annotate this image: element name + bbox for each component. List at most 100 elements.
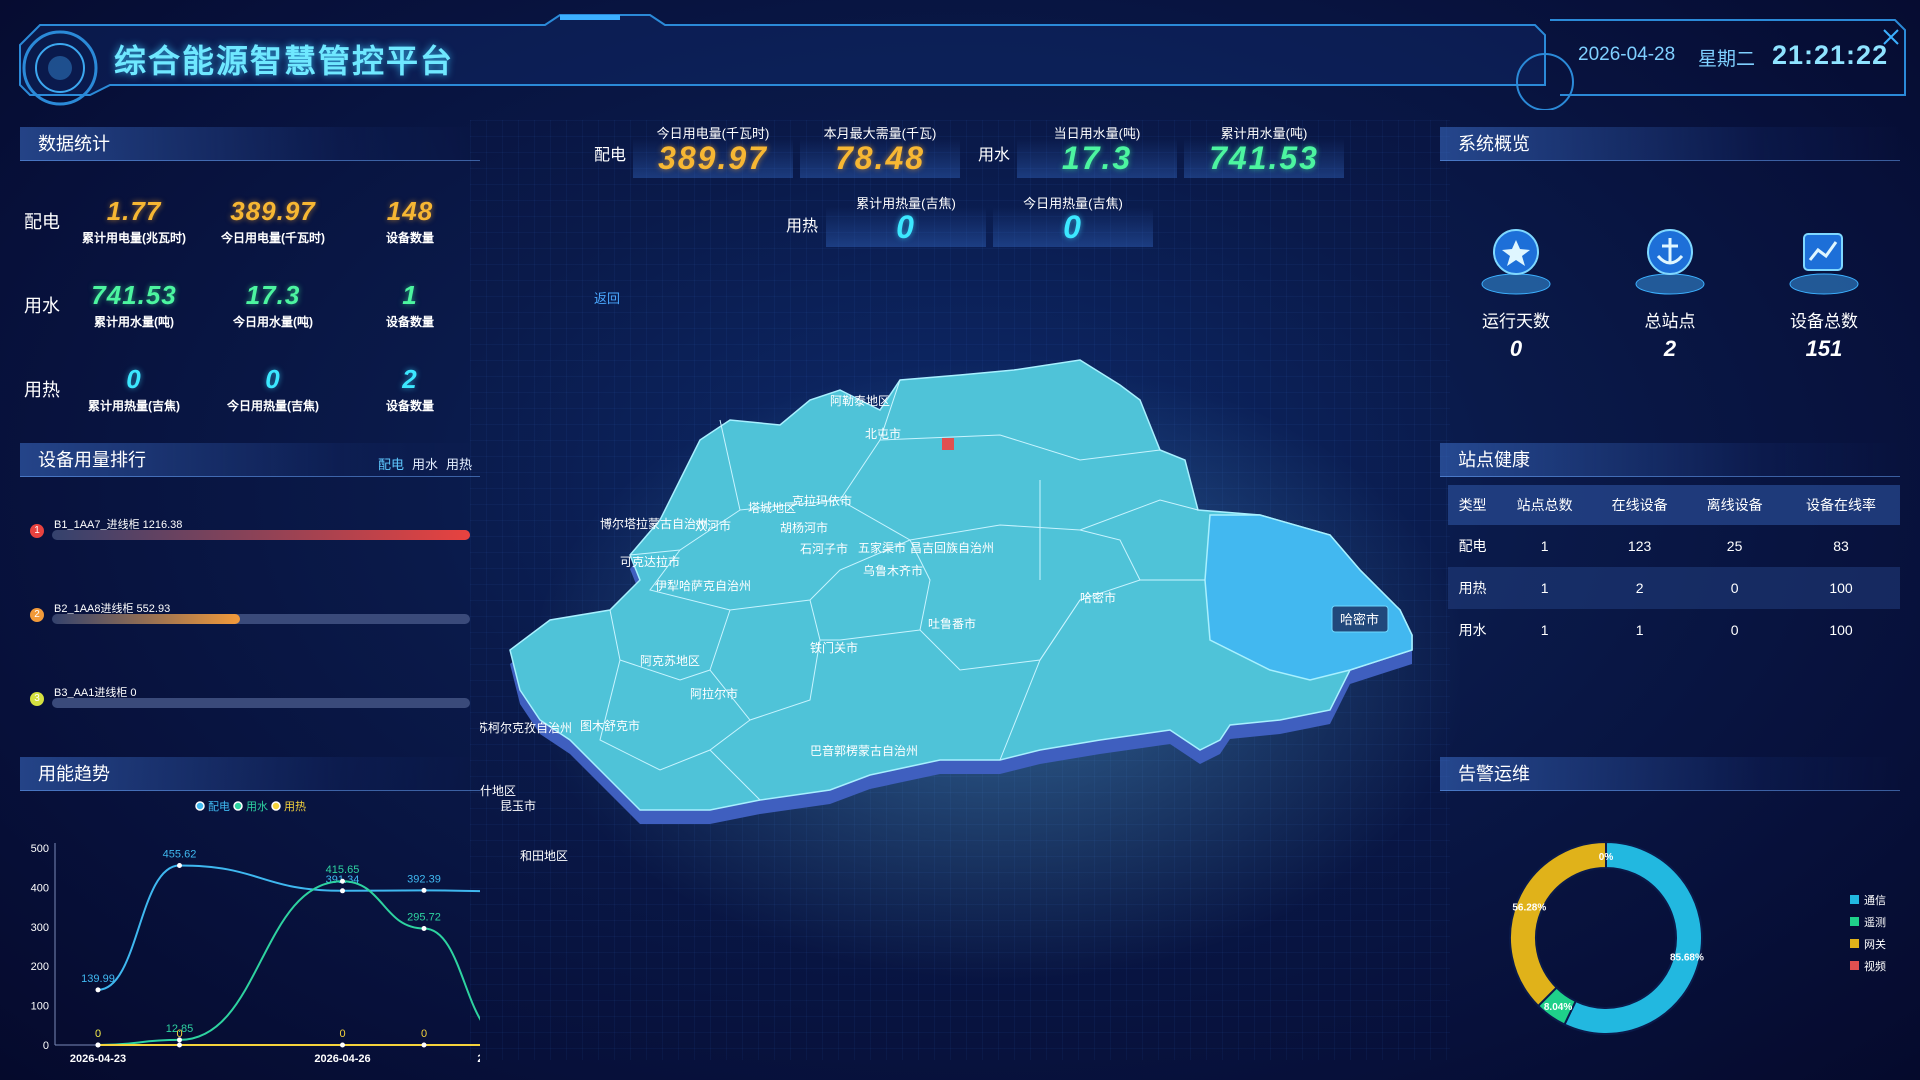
pie-slice[interactable] <box>1509 840 1607 1008</box>
series-line <box>97 880 480 1046</box>
stat-label: 今日用电量(千瓦时) <box>221 231 325 245</box>
map-label: 胡杨河市 <box>780 520 828 535</box>
map-label: 昌吉回族自治州 <box>910 541 994 555</box>
stat-value: 1.77 <box>106 196 162 226</box>
stat-value: 0 <box>126 364 142 394</box>
table-header: 在线设备 <box>1592 485 1688 525</box>
health-table: 类型 站点总数 在线设备 离线设备 设备在线率 配电 1 123 25 83 用… <box>1448 485 1900 651</box>
map-location-marker[interactable] <box>942 438 954 450</box>
map-tooltip-text: 哈密市 <box>1340 612 1379 627</box>
stat-value: 389.97 <box>230 196 316 226</box>
map-label: 双河市 <box>695 518 731 533</box>
data-label: 295.72 <box>407 911 441 923</box>
legend-item[interactable]: 网关 <box>1850 936 1886 952</box>
data-point <box>340 888 345 894</box>
y-tick-label: 300 <box>31 922 49 934</box>
legend-item[interactable]: 遥测 <box>1850 914 1886 930</box>
fullscreen-button[interactable] <box>1880 26 1900 46</box>
map-label: 图木舒克市 <box>580 718 640 733</box>
data-label: 0 <box>339 1028 345 1040</box>
table-header: 设备在线率 <box>1782 485 1900 525</box>
data-point <box>177 1042 182 1048</box>
stat-value: 2 <box>402 364 418 394</box>
page-title: 综合能源智慧管控平台 <box>114 43 455 79</box>
table-row: 用水 1 1 0 100 <box>1448 609 1900 651</box>
legend-swatch <box>271 801 281 811</box>
legend-label: 用热 <box>284 800 306 813</box>
panel-title-overview: 系统概览 <box>1440 127 1900 161</box>
map-label: 巴音郭楞蒙古自治州 <box>810 743 918 758</box>
map-label: 铁门关市 <box>810 640 858 655</box>
map-label: 克孜勒苏柯尔克孜自治州 <box>480 720 572 735</box>
legend-label: 通信 <box>1864 895 1886 907</box>
table-cell: 0 <box>1687 567 1783 609</box>
table-header: 站点总数 <box>1497 485 1593 525</box>
top-stat-value: 741.53 <box>1184 138 1344 178</box>
data-label: 455.62 <box>163 848 197 860</box>
top-stat-value: 78.48 <box>800 138 960 178</box>
pie-slice-label: 56.28% <box>1512 902 1546 913</box>
overview-value: 2 <box>1663 336 1677 361</box>
table-row: 用热 1 2 0 100 <box>1448 567 1900 609</box>
map-label: 伊犁哈萨克自治州 <box>655 579 751 593</box>
stat-label: 今日用水量(吨) <box>233 315 313 329</box>
rank-bar <box>52 530 470 540</box>
map-label: 喀什地区 <box>480 784 516 798</box>
alarm-donut-chart: 85.68% 8.04% 56.28% 0% <box>1509 840 1704 1035</box>
clock-text: 21:21:22 <box>1772 40 1889 70</box>
map-label: 昆玉市 <box>500 798 536 813</box>
table-cell: 配电 <box>1458 538 1487 554</box>
legend-label: 网关 <box>1864 939 1886 951</box>
pie-slice-label: 0% <box>1599 852 1614 863</box>
overview-value: 151 <box>1805 336 1843 361</box>
table-cell: 用水 <box>1458 622 1487 638</box>
overview-label: 总站点 <box>1644 312 1696 331</box>
map-label: 吐鲁番市 <box>928 616 976 631</box>
table-header-row: 类型 站点总数 在线设备 离线设备 设备在线率 <box>1448 485 1900 525</box>
map-label: 五家渠市 <box>858 540 906 555</box>
y-tick-label: 100 <box>31 1001 49 1013</box>
x-tick-label: 2026-04-26 <box>314 1053 370 1065</box>
trend-line-chart: 0 100 200 300 400 500 2026-04-23 2026-04-26 2026… <box>31 800 480 1065</box>
back-link[interactable]: 返回 <box>594 288 620 307</box>
table-header: 类型 <box>1448 485 1498 525</box>
legend-label: 用水 <box>246 800 268 813</box>
tab-heat[interactable]: 用热 <box>446 457 472 472</box>
y-tick-label: 400 <box>31 882 49 894</box>
overview-label: 设备总数 <box>1790 312 1858 331</box>
map-label: 乌鲁木齐市 <box>863 563 923 578</box>
legend-swatch <box>1850 895 1859 904</box>
stat-value: 17.3 <box>245 280 301 310</box>
legend-item[interactable]: 通信 <box>1850 892 1886 908</box>
table-cell: 100 <box>1829 622 1853 638</box>
tab-water[interactable]: 用水 <box>412 457 438 472</box>
map-label: 石河子市 <box>800 541 848 556</box>
weekday-text: 星期二 <box>1698 49 1756 70</box>
xinjiang-map[interactable]: 阿勒泰地区 北屯市 塔城地区 克拉玛依市 胡杨河市 博尔塔拉蒙古自治州 双河市 … <box>480 340 1460 980</box>
rank-badge: 3 <box>30 692 44 706</box>
rank-bar-fill <box>52 614 241 624</box>
stat-value: 148 <box>386 196 434 226</box>
table-cell: 1 <box>1635 622 1644 638</box>
data-label: 0 <box>421 1028 427 1040</box>
data-label: 139.99 <box>81 973 115 985</box>
section-label-heat: 用热 <box>24 380 60 400</box>
data-point <box>95 987 101 993</box>
section-label-water: 用水 <box>24 296 60 316</box>
data-point <box>421 925 427 931</box>
tab-power[interactable]: 配电 <box>378 457 404 472</box>
legend-swatch <box>195 801 205 811</box>
pie-slice-label: 85.68% <box>1670 952 1704 963</box>
legend-swatch <box>233 801 243 811</box>
legend-swatch <box>1850 939 1859 948</box>
map-label: 阿勒泰地区 <box>830 394 890 408</box>
top-section-power: 配电 <box>594 147 627 164</box>
map-label: 博尔塔拉蒙古自治州 <box>600 516 708 531</box>
date-text: 2026-04-28 <box>1578 44 1676 65</box>
table-cell: 1 <box>1540 622 1549 638</box>
pie-slice-label: 8.04% <box>1544 1002 1572 1013</box>
legend-item[interactable]: 视频 <box>1850 958 1886 974</box>
top-section-heat: 用热 <box>786 218 819 235</box>
rank-bar-fill <box>52 530 470 540</box>
stat-label: 设备数量 <box>385 399 434 413</box>
